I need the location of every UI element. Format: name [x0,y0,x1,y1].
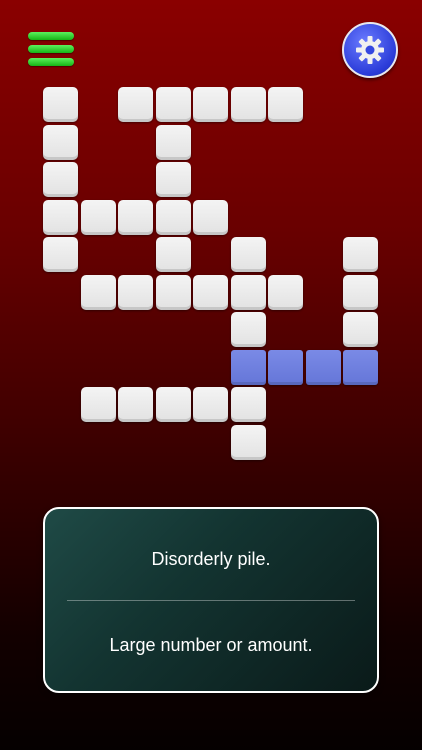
letter-tile[interactable] [230,312,266,347]
letter-tile[interactable] [43,124,78,160]
letter-tile[interactable] [155,237,191,272]
crossword-board [0,0,422,500]
selected-tile[interactable] [268,349,303,385]
letter-tile[interactable] [80,387,116,422]
letter-tile[interactable] [230,424,266,460]
letter-tile[interactable] [80,199,116,235]
letter-tile[interactable] [155,199,191,235]
letter-tile[interactable] [343,274,378,310]
clue-down[interactable]: Large number or amount. [45,635,377,656]
letter-tile[interactable] [43,237,78,272]
clue-divider [67,600,355,601]
letter-tile[interactable] [343,237,378,272]
letter-tile[interactable] [268,87,303,122]
letter-tile[interactable] [155,162,191,197]
letter-tile[interactable] [230,274,266,310]
letter-tile[interactable] [43,87,78,122]
clue-panel: Disorderly pile. Large number or amount. [43,507,379,693]
letter-tile[interactable] [155,87,191,122]
letter-tile[interactable] [43,199,78,235]
letter-tile[interactable] [193,274,228,310]
letter-tile[interactable] [155,387,191,422]
letter-tile[interactable] [230,387,266,422]
selected-tile[interactable] [230,349,266,385]
letter-tile[interactable] [155,274,191,310]
letter-tile[interactable] [268,274,303,310]
letter-tile[interactable] [193,87,228,122]
letter-tile[interactable] [80,274,116,310]
selected-tile[interactable] [343,349,378,385]
letter-tile[interactable] [230,237,266,272]
letter-tile[interactable] [230,87,266,122]
letter-tile[interactable] [193,387,228,422]
letter-tile[interactable] [155,124,191,160]
selected-tile[interactable] [305,349,341,385]
letter-tile[interactable] [118,87,153,122]
clue-across[interactable]: Disorderly pile. [45,549,377,570]
letter-tile[interactable] [118,387,153,422]
letter-tile[interactable] [118,274,153,310]
letter-tile[interactable] [193,199,228,235]
letter-tile[interactable] [43,162,78,197]
letter-tile[interactable] [343,312,378,347]
letter-tile[interactable] [118,199,153,235]
